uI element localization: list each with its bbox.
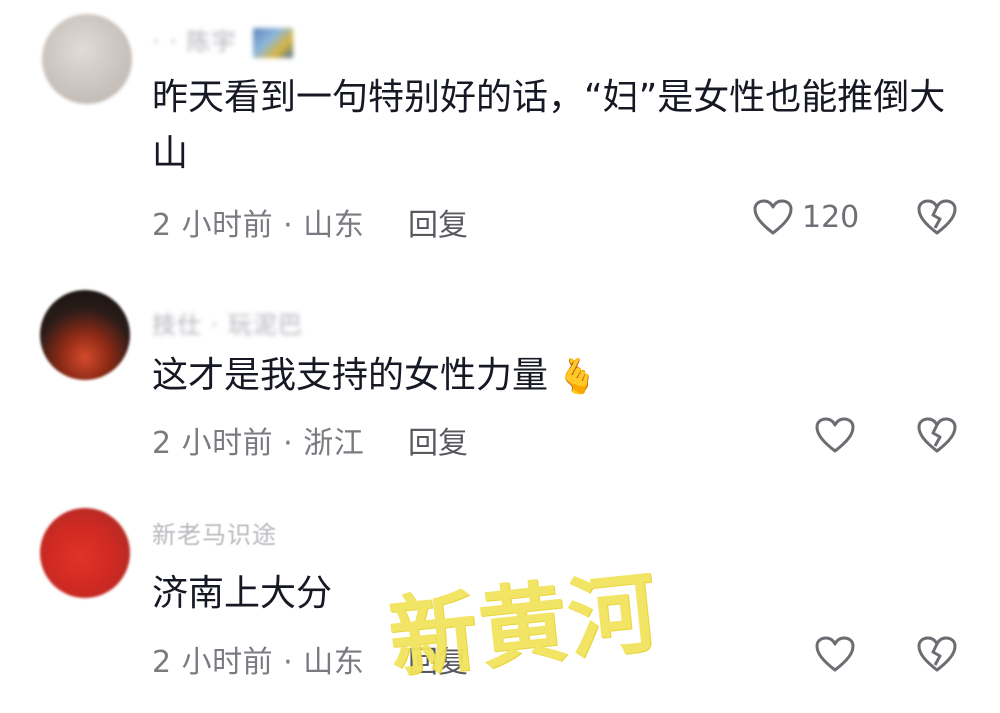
avatar[interactable] xyxy=(40,290,130,380)
broken-heart-icon xyxy=(917,417,957,453)
broken-heart-icon xyxy=(917,636,957,672)
like-button[interactable] xyxy=(814,416,864,454)
avatar[interactable] xyxy=(42,14,132,104)
username[interactable]: 新老马识途 xyxy=(152,515,277,550)
comment-meta: 2 小时前 · 浙江 xyxy=(152,426,365,461)
like-count: 120 xyxy=(802,199,860,235)
comment-meta: 2 小时前 · 山东 xyxy=(152,645,365,680)
username[interactable]: · · 陈宇 xyxy=(152,22,294,58)
comment-meta: 2 小时前 · 山东 xyxy=(152,208,365,243)
dislike-button[interactable] xyxy=(916,198,958,236)
heart-outline-icon xyxy=(753,199,793,235)
heart-outline-icon xyxy=(815,636,855,672)
username[interactable]: 技仕 · 玩泥巴 xyxy=(152,305,303,340)
broken-heart-icon xyxy=(917,199,957,235)
heart-outline-icon xyxy=(815,417,855,453)
like-button[interactable] xyxy=(814,635,864,673)
comment-text: 昨天看到一句特别好的话，“妇”是女性也能推倒大山 xyxy=(152,77,946,174)
finger-heart-emoji-icon: 🫰 xyxy=(556,357,599,397)
username-text: 新老马识途 xyxy=(152,521,277,549)
reply-button[interactable]: 回复 xyxy=(408,200,468,244)
like-button[interactable]: 120 xyxy=(752,198,859,236)
comment-text-body: 这才是我支持的女性力量 xyxy=(152,355,549,396)
comment-text: 这才是我支持的女性力量 🫰 xyxy=(152,348,952,405)
reply-button[interactable]: 回复 xyxy=(408,418,468,462)
watermark-logo: 新黄河 xyxy=(383,559,664,691)
avatar[interactable] xyxy=(40,508,130,598)
username-text: · · 陈宇 xyxy=(152,28,237,56)
username-text: 技仕 · 玩泥巴 xyxy=(152,311,303,339)
dislike-button[interactable] xyxy=(916,416,958,454)
profile-badge-icon xyxy=(253,28,294,58)
dislike-button[interactable] xyxy=(916,635,958,673)
